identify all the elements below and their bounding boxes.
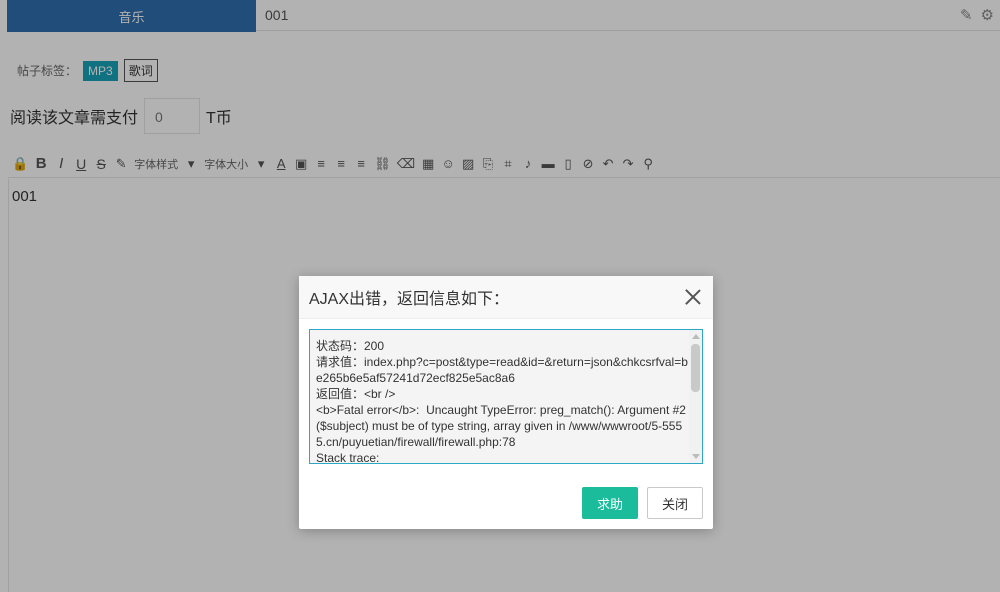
status-code-line: 状态码：200 (316, 339, 385, 353)
stack-trace-line: Stack trace: (316, 451, 380, 464)
error-message-content: 状态码：200 请求值：index.php?c=post&type=read&i… (316, 338, 690, 464)
request-line: 请求值：index.php?c=post&type=read&id=&retur… (316, 355, 688, 385)
scroll-up-icon[interactable] (692, 334, 700, 339)
close-button[interactable]: 关闭 (646, 487, 703, 519)
help-button[interactable]: 求助 (581, 487, 638, 519)
scroll-thumb[interactable] (691, 344, 700, 392)
ajax-error-dialog: AJAX出错，返回信息如下： 状态码：200 请求值：index.php?c=p… (299, 276, 713, 529)
response-line: 返回值：<br /> (316, 387, 396, 401)
dialog-body: 状态码：200 请求值：index.php?c=post&type=read&i… (299, 319, 713, 464)
close-icon[interactable] (685, 289, 701, 305)
dialog-header: AJAX出错，返回信息如下： (299, 276, 713, 319)
dialog-footer: 求助 关闭 (581, 487, 703, 519)
scroll-down-icon[interactable] (692, 454, 700, 459)
error-message-textarea[interactable]: 状态码：200 请求值：index.php?c=post&type=read&i… (309, 329, 703, 464)
fatal-error-line: <b>Fatal error</b>: Uncaught TypeError: … (316, 403, 690, 449)
message-scrollbar[interactable] (689, 330, 702, 463)
dialog-title: AJAX出错，返回信息如下： (309, 291, 510, 308)
